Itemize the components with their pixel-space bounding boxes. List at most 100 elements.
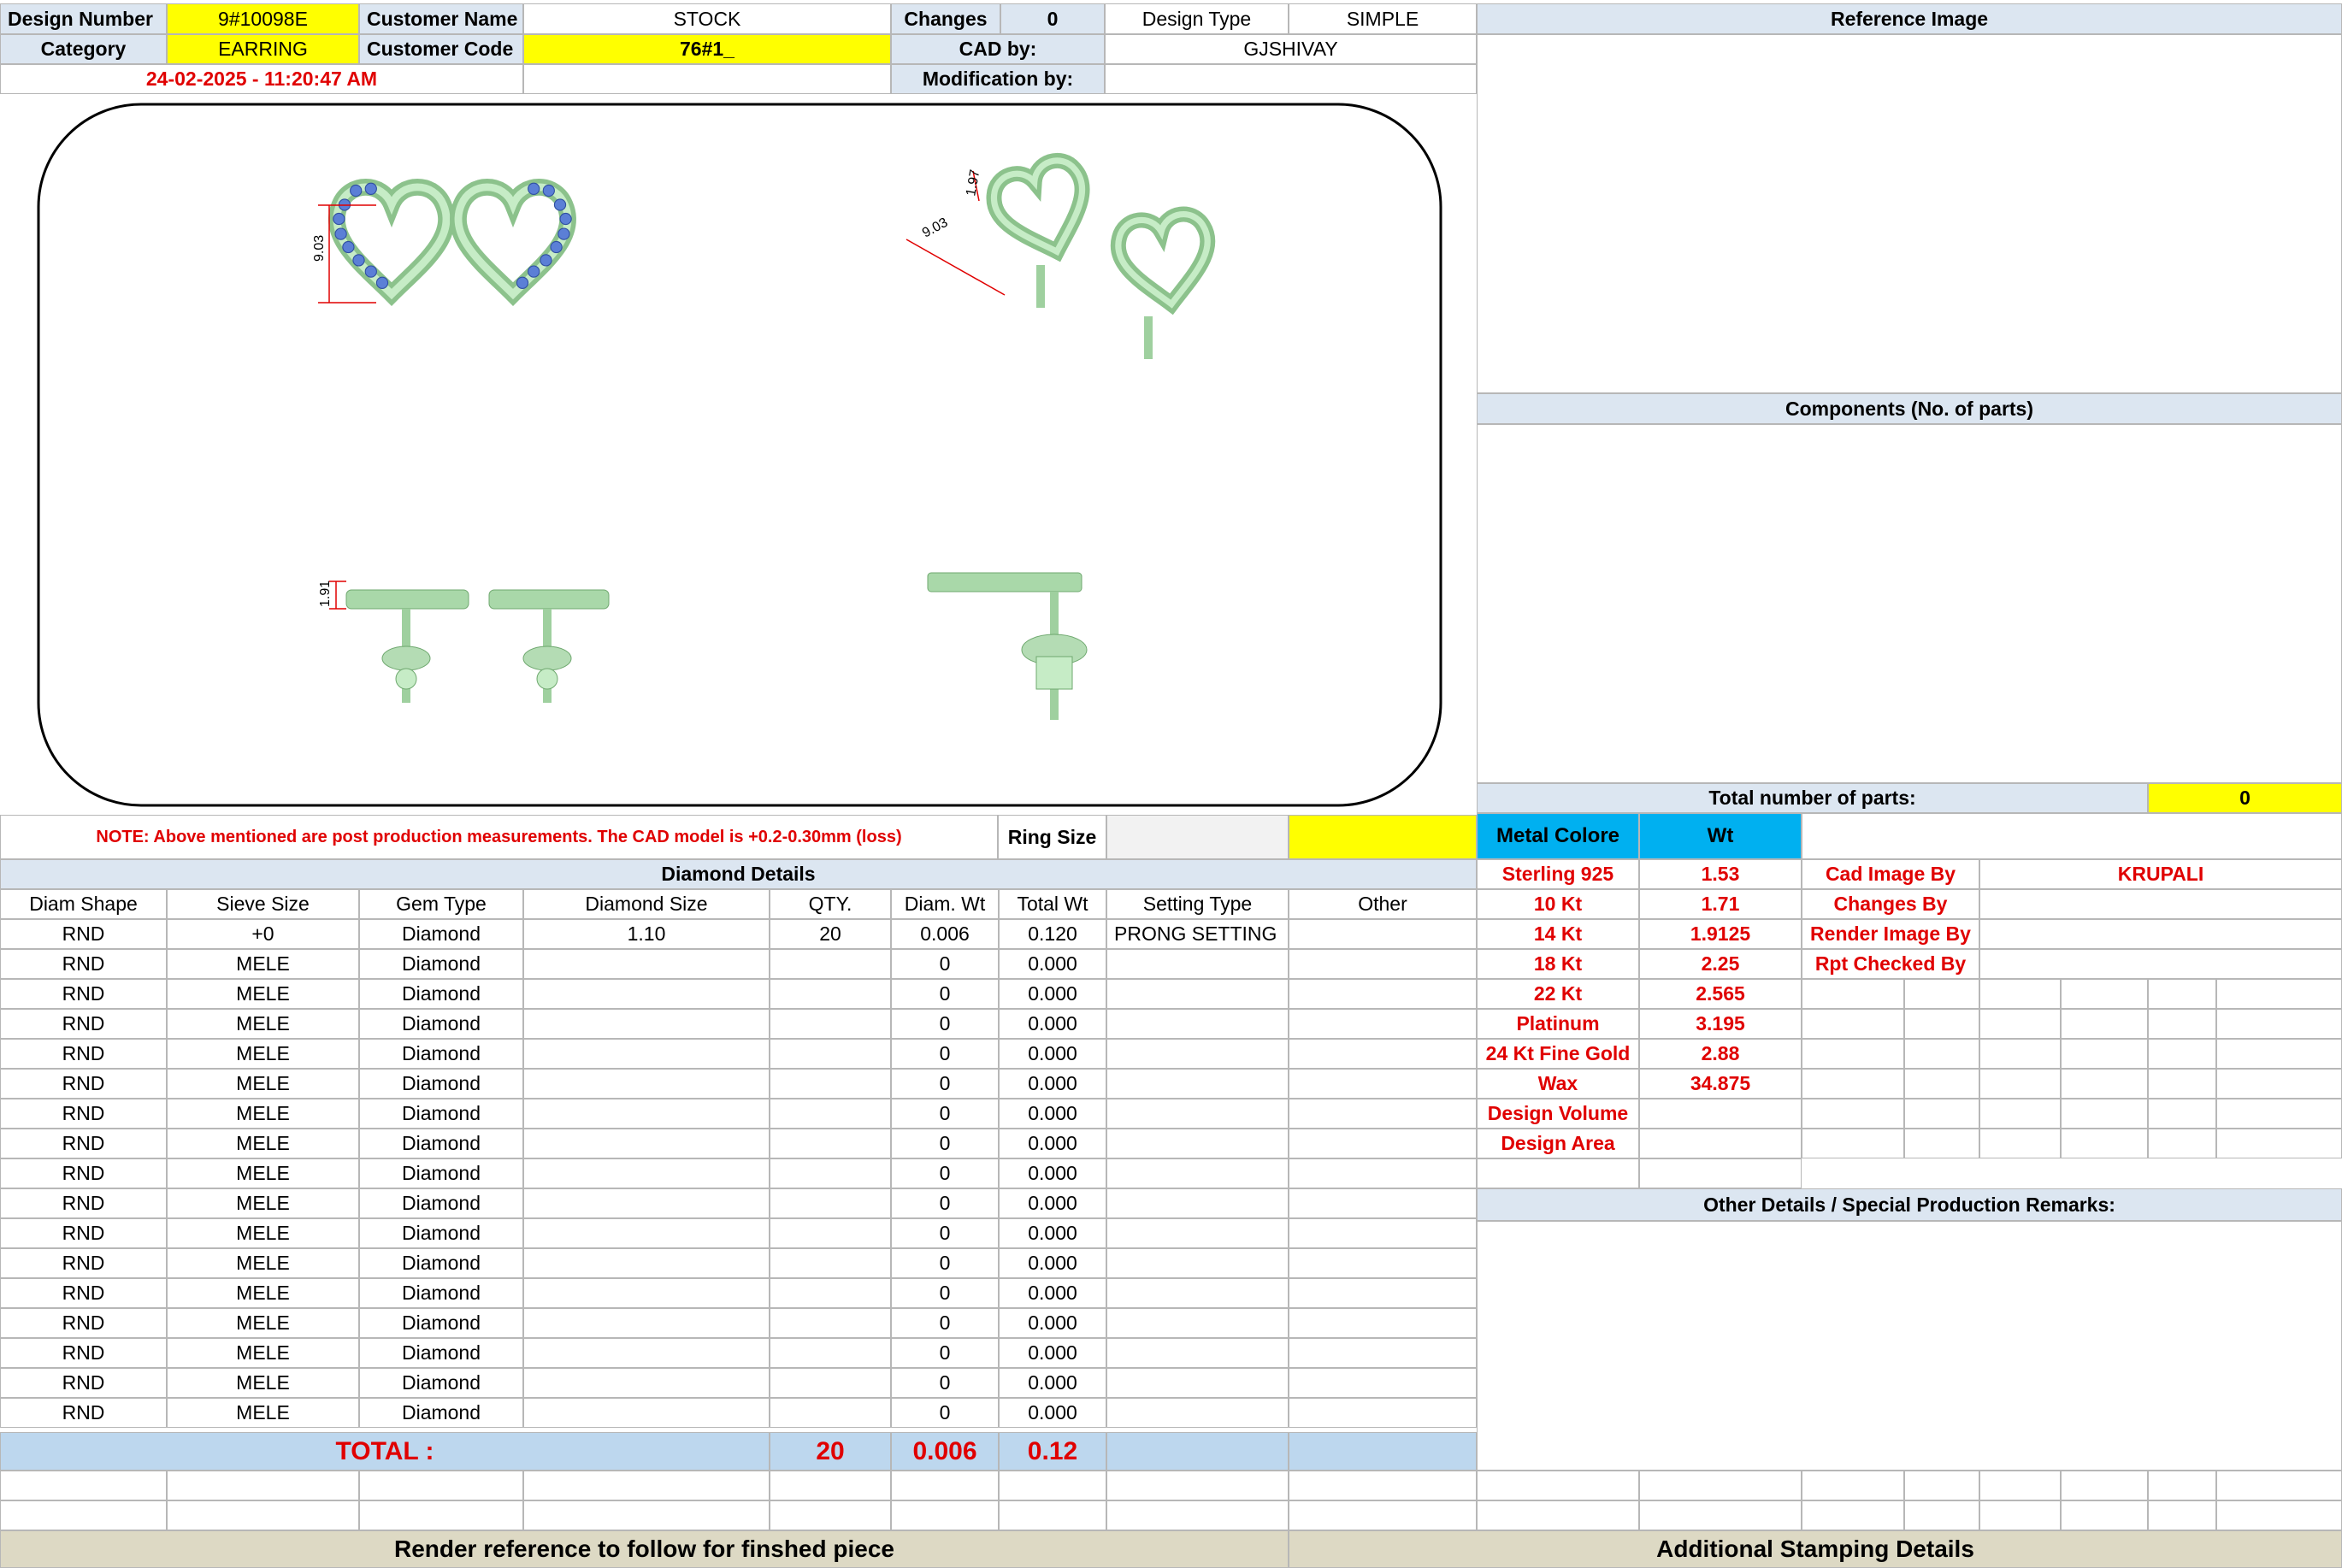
customer-code-value[interactable]: 76#1_ <box>523 34 891 64</box>
modification-by-value[interactable] <box>1105 64 1477 94</box>
cell-gem-type[interactable]: Diamond <box>359 1009 523 1039</box>
cell-sieve-size[interactable]: MELE <box>167 1158 359 1188</box>
cell-sieve-size[interactable]: MELE <box>167 1368 359 1398</box>
col-header-total-wt: Total Wt <box>999 889 1106 919</box>
cell-sieve-size[interactable]: +0 <box>167 919 359 949</box>
cell-sieve-size[interactable]: MELE <box>167 1308 359 1338</box>
cell-gem-type[interactable]: Diamond <box>359 1069 523 1099</box>
credit-value[interactable] <box>1979 889 2342 919</box>
cell-sieve-size[interactable]: MELE <box>167 1069 359 1099</box>
cell-qty[interactable] <box>770 1188 891 1218</box>
cell-sieve-size[interactable]: MELE <box>167 949 359 979</box>
metal-weight[interactable]: 2.565 <box>1639 979 1802 1009</box>
metal-weight[interactable] <box>1639 1099 1802 1129</box>
customer-name-value[interactable]: STOCK <box>523 3 891 34</box>
cell-diamond-size[interactable] <box>523 1278 770 1308</box>
cell-sieve-size[interactable]: MELE <box>167 1338 359 1368</box>
cell-diamond-size[interactable] <box>523 1368 770 1398</box>
cell-gem-type[interactable]: Diamond <box>359 1218 523 1248</box>
credit-value[interactable]: KRUPALI <box>1979 859 2342 889</box>
cell-diamond-size[interactable] <box>523 1338 770 1368</box>
cell-gem-type[interactable]: Diamond <box>359 1368 523 1398</box>
metal-weight[interactable]: 3.195 <box>1639 1009 1802 1039</box>
cell-sieve-size[interactable]: MELE <box>167 1039 359 1069</box>
cell-diam-wt: 0.006 <box>891 919 999 949</box>
changes-value[interactable]: 0 <box>1000 3 1105 34</box>
cell-gem-type[interactable]: Diamond <box>359 1248 523 1278</box>
cell-gem-type[interactable]: Diamond <box>359 1278 523 1308</box>
cell-diamond-size[interactable] <box>523 1158 770 1188</box>
cell-diamond-size[interactable] <box>523 1099 770 1129</box>
cell-qty[interactable] <box>770 1099 891 1129</box>
cell-qty[interactable] <box>770 979 891 1009</box>
cell-qty[interactable] <box>770 1398 891 1428</box>
cell-qty[interactable] <box>770 1158 891 1188</box>
cell-diamond-size[interactable] <box>523 1069 770 1099</box>
design-type-value[interactable]: SIMPLE <box>1289 3 1477 34</box>
cell-qty[interactable] <box>770 1129 891 1158</box>
cell-qty[interactable] <box>770 1338 891 1368</box>
cell-sieve-size[interactable]: MELE <box>167 979 359 1009</box>
metal-weight[interactable]: 2.25 <box>1639 949 1802 979</box>
cell-qty[interactable]: 20 <box>770 919 891 949</box>
cell-diamond-size[interactable] <box>523 979 770 1009</box>
cell-gem-type[interactable]: Diamond <box>359 1338 523 1368</box>
cell-diamond-size[interactable] <box>523 1308 770 1338</box>
cell-sieve-size[interactable]: MELE <box>167 1129 359 1158</box>
cad-by-value[interactable]: GJSHIVAY <box>1105 34 1477 64</box>
cell-diamond-size[interactable] <box>523 1009 770 1039</box>
blank-cell <box>2148 1471 2216 1500</box>
cell-sieve-size[interactable]: MELE <box>167 1009 359 1039</box>
metal-weight[interactable] <box>1639 1129 1802 1158</box>
design-spec-sheet: Design Number 9#10098E Customer Name STO… <box>0 0 2342 1568</box>
cell-qty[interactable] <box>770 1248 891 1278</box>
ring-size-value[interactable] <box>1106 815 1289 859</box>
metal-weight[interactable]: 1.71 <box>1639 889 1802 919</box>
metal-weight[interactable]: 34.875 <box>1639 1069 1802 1099</box>
cell-gem-type[interactable]: Diamond <box>359 1039 523 1069</box>
metal-weight[interactable]: 2.88 <box>1639 1039 1802 1069</box>
category-value[interactable]: EARRING <box>167 34 359 64</box>
cell-qty[interactable] <box>770 1039 891 1069</box>
design-number-value[interactable]: 9#10098E <box>167 3 359 34</box>
cell-gem-type[interactable]: Diamond <box>359 1099 523 1129</box>
cell-gem-type[interactable]: Diamond <box>359 1129 523 1158</box>
cell-qty[interactable] <box>770 1009 891 1039</box>
cell-gem-type[interactable]: Diamond <box>359 1188 523 1218</box>
cell-sieve-size[interactable]: MELE <box>167 1099 359 1129</box>
cell-diamond-size[interactable] <box>523 1039 770 1069</box>
cell-gem-type[interactable]: Diamond <box>359 1158 523 1188</box>
cell-gem-type[interactable]: Diamond <box>359 919 523 949</box>
cell-diamond-size[interactable] <box>523 1218 770 1248</box>
cell-sieve-size[interactable]: MELE <box>167 1218 359 1248</box>
metal-weight[interactable]: 1.9125 <box>1639 919 1802 949</box>
cell-sieve-size[interactable]: MELE <box>167 1398 359 1428</box>
cell-qty[interactable] <box>770 1218 891 1248</box>
cell-sieve-size[interactable]: MELE <box>167 1278 359 1308</box>
cell-qty[interactable] <box>770 1368 891 1398</box>
cell-gem-type[interactable]: Diamond <box>359 979 523 1009</box>
cell-diamond-size[interactable] <box>523 949 770 979</box>
grid-cell <box>1802 1129 1904 1158</box>
cell-qty[interactable] <box>770 949 891 979</box>
cell-diamond-size[interactable] <box>523 1188 770 1218</box>
cell-qty[interactable] <box>770 1278 891 1308</box>
cell-total-wt: 0.000 <box>999 1188 1106 1218</box>
metal-weight[interactable]: 1.53 <box>1639 859 1802 889</box>
cell-gem-type[interactable]: Diamond <box>359 949 523 979</box>
credit-value[interactable] <box>1979 949 2342 979</box>
cell-gem-type[interactable]: Diamond <box>359 1398 523 1428</box>
credit-value[interactable] <box>1979 919 2342 949</box>
cell-diamond-size[interactable] <box>523 1248 770 1278</box>
cell-sieve-size[interactable]: MELE <box>167 1188 359 1218</box>
ring-size-extra[interactable] <box>1289 815 1477 859</box>
cell-qty[interactable] <box>770 1308 891 1338</box>
cell-diamond-size[interactable]: 1.10 <box>523 919 770 949</box>
cell-gem-type[interactable]: Diamond <box>359 1308 523 1338</box>
cell-qty[interactable] <box>770 1069 891 1099</box>
cell-sieve-size[interactable]: MELE <box>167 1248 359 1278</box>
cell-diamond-size[interactable] <box>523 1398 770 1428</box>
other-details-box[interactable] <box>1477 1221 2342 1471</box>
cell-diamond-size[interactable] <box>523 1129 770 1158</box>
total-parts-value[interactable]: 0 <box>2148 783 2342 813</box>
